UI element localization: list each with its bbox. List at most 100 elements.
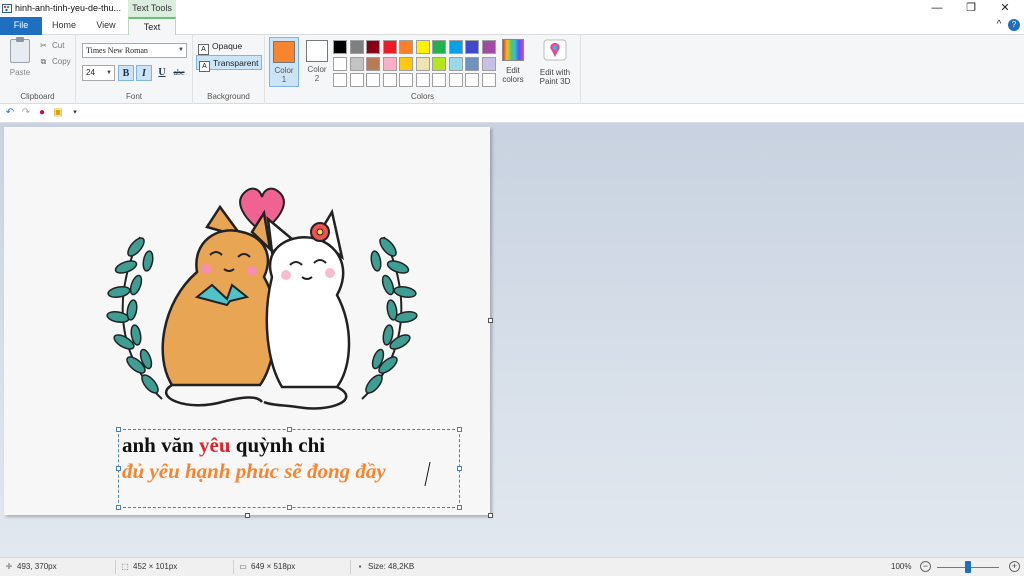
- minimize-button[interactable]: —: [920, 0, 954, 17]
- palette-color-swatch[interactable]: [432, 40, 446, 54]
- zoom-out-icon[interactable]: −: [920, 561, 931, 572]
- undo-icon[interactable]: ↶: [4, 107, 16, 119]
- copy-button[interactable]: ⧉ Copy: [38, 57, 71, 71]
- textbox-handle-br[interactable]: [457, 505, 462, 510]
- palette-color-swatch[interactable]: [382, 40, 397, 54]
- paint3d-small-icon[interactable]: ●: [36, 107, 48, 119]
- right-laurel-icon: [361, 236, 418, 400]
- close-button[interactable]: ✕: [988, 0, 1022, 17]
- palette-color-swatch[interactable]: [366, 56, 380, 71]
- paint3d-line2: Paint 3D: [539, 77, 571, 86]
- palette-color-swatch[interactable]: [465, 56, 479, 71]
- palette-color-swatch[interactable]: [432, 73, 446, 87]
- image-canvas[interactable]: anh văn yêu quỳnh chi đủ yêu hạnh phúc s…: [4, 127, 493, 518]
- palette-color-swatch[interactable]: [399, 40, 413, 54]
- image-size: ▭ 649 × 518px: [238, 562, 295, 571]
- textbox-handle-tl[interactable]: [116, 427, 121, 432]
- edit-with-paint3d-button[interactable]: Edit with Paint 3D: [535, 39, 575, 86]
- chevron-down-icon: ▼: [106, 70, 112, 76]
- canvas-resize-handle-right[interactable]: [488, 318, 493, 323]
- palette-color-swatch[interactable]: [349, 40, 364, 54]
- transparent-option[interactable]: A Transparent: [196, 55, 262, 72]
- palette-color-swatch[interactable]: [465, 40, 479, 54]
- textbox-handle-t[interactable]: [287, 427, 292, 432]
- text-line-1[interactable]: anh văn yêu quỳnh chi: [122, 433, 325, 458]
- palette-color-swatch[interactable]: [333, 73, 347, 87]
- selection-size: ⬚ 452 × 101px: [120, 562, 177, 571]
- tab-file[interactable]: File: [0, 17, 42, 35]
- collapse-ribbon-icon[interactable]: ^: [993, 19, 1005, 31]
- palette-color-swatch[interactable]: [415, 40, 430, 54]
- palette-color-swatch[interactable]: [465, 73, 479, 87]
- textbox-handle-l[interactable]: [116, 466, 121, 471]
- chevron-down-icon: ▼: [178, 47, 184, 53]
- background-group: A Opaque A Transparent Background: [193, 35, 265, 104]
- help-icon[interactable]: ?: [1008, 19, 1020, 31]
- textbox-handle-b[interactable]: [287, 505, 292, 510]
- paint3d-icon: [543, 39, 567, 61]
- status-bar: ✛ 493, 370px ⬚ 452 × 101px ▭ 649 × 518px ▪ S…: [0, 557, 1024, 576]
- palette-color-swatch[interactable]: [382, 73, 397, 87]
- palette-color-swatch[interactable]: [415, 73, 430, 87]
- file-size-value: Size: 48,2KB: [368, 562, 415, 571]
- transparent-icon: A: [199, 61, 210, 72]
- quick-access-toolbar: ↶ ↷ ● ▣ ▾: [0, 104, 1024, 123]
- palette-color-swatch[interactable]: [448, 73, 463, 87]
- tab-view[interactable]: View: [86, 17, 126, 35]
- color2-button[interactable]: Color 2: [302, 37, 332, 87]
- color1-button[interactable]: Color 1: [269, 37, 299, 87]
- canvas-resize-handle-bottom[interactable]: [245, 513, 250, 518]
- restore-button[interactable]: ❐: [954, 0, 988, 17]
- textbox-handle-r[interactable]: [457, 466, 462, 471]
- edit-colors-button[interactable]: Edit colors: [497, 39, 529, 84]
- palette-color-swatch[interactable]: [448, 40, 463, 54]
- zoom-in-icon[interactable]: +: [1009, 561, 1020, 572]
- paste-button[interactable]: Paste: [6, 37, 34, 83]
- textbox-handle-bl[interactable]: [116, 505, 121, 510]
- opaque-option[interactable]: A Opaque: [196, 39, 262, 55]
- bold-button[interactable]: B: [118, 65, 134, 81]
- status-divider: [115, 560, 116, 574]
- textbox-handle-tr[interactable]: [457, 427, 462, 432]
- palette-color-swatch[interactable]: [333, 56, 347, 71]
- palette-color-swatch[interactable]: [481, 40, 496, 54]
- paste-icon: [10, 37, 30, 63]
- palette-color-swatch[interactable]: [366, 73, 380, 87]
- selection-size-value: 452 × 101px: [133, 562, 178, 571]
- redo-icon[interactable]: ↷: [20, 107, 32, 119]
- palette-color-swatch[interactable]: [349, 73, 364, 87]
- underline-button[interactable]: U: [154, 65, 170, 81]
- palette-color-swatch[interactable]: [481, 73, 496, 87]
- font-family-select[interactable]: Times New Roman ▼: [82, 43, 187, 58]
- palette-color-swatch[interactable]: [481, 56, 496, 71]
- tab-home[interactable]: Home: [43, 17, 85, 35]
- cut-button[interactable]: ✂ Cut: [38, 41, 64, 55]
- text-box[interactable]: anh văn yêu quỳnh chi đủ yêu hạnh phúc s…: [116, 427, 462, 510]
- cursor-position-value: 493, 370px: [17, 562, 57, 571]
- palette-color-swatch[interactable]: [382, 56, 397, 71]
- paste-small-icon[interactable]: ▣: [52, 107, 64, 119]
- color1-swatch: [273, 41, 295, 63]
- palette-color-swatch[interactable]: [333, 40, 347, 54]
- italic-button[interactable]: I: [136, 65, 152, 81]
- palette-color-swatch[interactable]: [399, 56, 413, 71]
- tab-text[interactable]: Text: [128, 17, 176, 36]
- disk-icon: ▪: [358, 562, 362, 571]
- color1-number: 1: [281, 75, 287, 84]
- palette-color-swatch[interactable]: [432, 56, 446, 71]
- cut-label: Cut: [52, 41, 65, 50]
- font-size-select[interactable]: 24 ▼: [82, 65, 115, 81]
- zoom-slider-thumb[interactable]: [965, 561, 971, 573]
- text-line-2[interactable]: đủ yêu hạnh phúc sẽ đong đầy: [122, 459, 386, 484]
- paste-label: Paste: [9, 68, 31, 77]
- clipboard-group: Paste ✂ Cut ⧉ Copy Clipboard: [0, 35, 76, 104]
- strikethrough-button[interactable]: abc: [171, 65, 187, 81]
- title-bar: hinh-anh-tinh-yeu-de-thu... Text Tools —…: [0, 0, 1024, 18]
- palette-color-swatch[interactable]: [415, 56, 430, 71]
- customize-toolbar-icon[interactable]: ▾: [69, 107, 81, 119]
- canvas-resize-handle-corner[interactable]: [488, 513, 493, 518]
- palette-color-swatch[interactable]: [448, 56, 463, 71]
- palette-color-swatch[interactable]: [366, 40, 380, 54]
- palette-color-swatch[interactable]: [349, 56, 364, 71]
- palette-color-swatch[interactable]: [399, 73, 413, 87]
